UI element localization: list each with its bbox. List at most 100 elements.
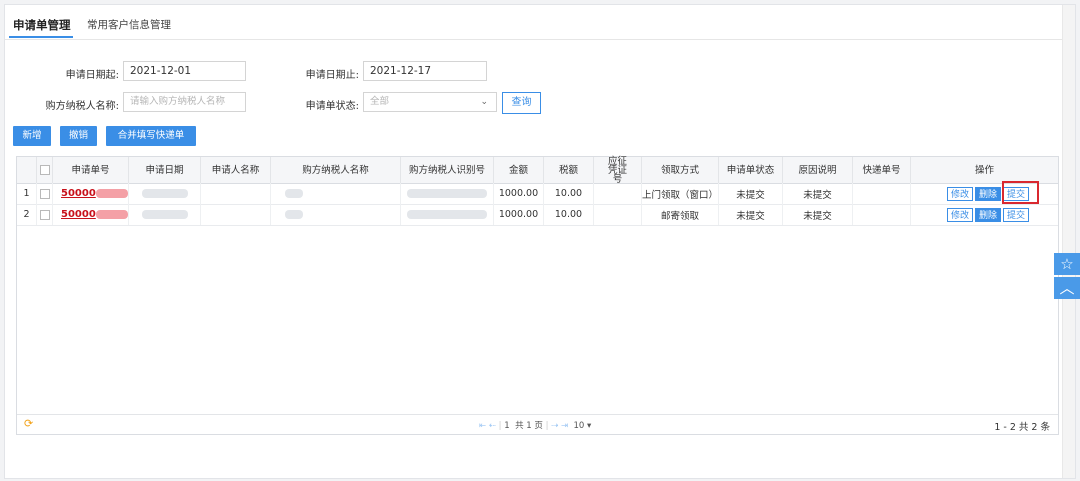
application-id-link[interactable]: 50000 bbox=[61, 209, 96, 220]
buyer-name-input[interactable]: 请输入购方纳税人名称 bbox=[123, 92, 246, 112]
row-select-cell bbox=[37, 204, 53, 225]
status-select-value: 全部 bbox=[370, 96, 390, 107]
active-tab-indicator bbox=[9, 36, 73, 38]
row-number-header bbox=[17, 157, 37, 183]
pagination: ⇤ ⇠ | 1 共 1 页 | ⇢ ⇥ 10 ▾ bbox=[479, 421, 592, 431]
tab-bar: 申请单管理 常用客户信息管理 bbox=[5, 5, 1075, 40]
total-pages-label: 共 1 页 bbox=[515, 421, 543, 431]
status-label: 申请单状态: bbox=[305, 101, 359, 112]
voucher-cell bbox=[594, 204, 642, 225]
query-button[interactable]: 查询 bbox=[502, 92, 541, 114]
last-page-icon[interactable]: ⇥ bbox=[561, 421, 568, 431]
row-select-cell bbox=[37, 183, 53, 204]
date-cell bbox=[129, 183, 201, 204]
date-end-input[interactable]: 2021-12-17 bbox=[363, 61, 487, 81]
prev-page-icon[interactable]: ⇠ bbox=[489, 421, 496, 431]
col-header-tax[interactable]: 税额 bbox=[544, 157, 594, 183]
application-id-link[interactable]: 50000 bbox=[61, 188, 96, 199]
redacted-buyer-name bbox=[285, 189, 303, 198]
table-header: 申请单号 申请日期 申请人名称 购方纳税人名称 购方纳税人识别号 金额 税额 应… bbox=[17, 156, 1058, 184]
col-header-date[interactable]: 申请日期 bbox=[129, 157, 201, 183]
redacted-id bbox=[95, 210, 128, 219]
col-header-reason[interactable]: 原因说明 bbox=[783, 157, 853, 183]
amount-cell: 1000.00 bbox=[494, 204, 544, 225]
next-page-icon[interactable]: ⇢ bbox=[551, 421, 558, 431]
delete-button[interactable]: 删除 bbox=[974, 207, 1001, 222]
row-checkbox[interactable] bbox=[39, 188, 50, 199]
delete-button[interactable]: 删除 bbox=[974, 186, 1001, 201]
redacted-date bbox=[141, 210, 188, 219]
date-start-label: 申请日期起: bbox=[65, 70, 119, 81]
redacted-buyer-name bbox=[285, 210, 303, 219]
edit-button[interactable]: 修改 bbox=[946, 207, 973, 222]
row-checkbox[interactable] bbox=[39, 209, 50, 220]
page-size-select[interactable]: 10 ▾ bbox=[574, 421, 592, 431]
select-all-checkbox[interactable] bbox=[39, 165, 50, 175]
record-count: 1 - 2 共 2 条 bbox=[994, 422, 1050, 433]
tab-customer-info[interactable]: 常用客户信息管理 bbox=[87, 17, 171, 32]
redacted-id bbox=[95, 189, 128, 198]
actions-cell: 修改 删除 提交 bbox=[911, 204, 1058, 225]
col-header-buyer-taxid[interactable]: 购方纳税人识别号 bbox=[401, 157, 494, 183]
buyer-taxid-cell bbox=[401, 183, 494, 204]
applicant-cell bbox=[201, 204, 271, 225]
status-cell: 未提交 bbox=[719, 183, 783, 204]
reason-cell: 未提交 bbox=[783, 183, 853, 204]
status-cell: 未提交 bbox=[719, 204, 783, 225]
applicant-cell bbox=[201, 183, 271, 204]
voucher-cell bbox=[594, 183, 642, 204]
redacted-date bbox=[141, 189, 188, 198]
buyer-taxid-cell bbox=[401, 204, 494, 225]
col-header-status[interactable]: 申请单状态 bbox=[719, 157, 783, 183]
edit-button[interactable]: 修改 bbox=[946, 186, 973, 201]
star-icon[interactable]: ☆ bbox=[1054, 253, 1080, 275]
col-header-amount[interactable]: 金额 bbox=[494, 157, 544, 183]
amount-cell: 1000.00 bbox=[494, 183, 544, 204]
chevron-down-icon: ⌄ bbox=[480, 97, 488, 107]
col-header-applicant[interactable]: 申请人名称 bbox=[201, 157, 271, 183]
col-header-pickup[interactable]: 领取方式 bbox=[642, 157, 719, 183]
express-cell bbox=[853, 204, 911, 225]
table-row: 2 50000 1000.00 10.00 邮寄领取 未提交 未提交 修改 删除… bbox=[17, 204, 1058, 226]
buyer-name-cell bbox=[271, 183, 401, 204]
table-footer: ⟳ ⇤ ⇠ | 1 共 1 页 | ⇢ ⇥ 10 ▾ 1 - 2 共 2 条 bbox=[17, 414, 1058, 435]
date-cell bbox=[129, 204, 201, 225]
col-header-buyer-name[interactable]: 购方纳税人名称 bbox=[271, 157, 401, 183]
tax-cell: 10.00 bbox=[544, 204, 594, 225]
vertical-scrollbar[interactable] bbox=[1062, 5, 1075, 478]
scroll-to-top-icon[interactable]: ︿ bbox=[1054, 277, 1080, 299]
tab-application-management[interactable]: 申请单管理 bbox=[13, 17, 71, 33]
date-end-label: 申请日期止: bbox=[305, 70, 359, 81]
first-page-icon[interactable]: ⇤ bbox=[479, 421, 486, 431]
col-header-actions: 操作 bbox=[974, 164, 994, 176]
submit-button[interactable]: 提交 bbox=[1002, 207, 1029, 222]
redacted-taxid bbox=[407, 189, 487, 198]
new-button[interactable]: 新增 bbox=[13, 126, 51, 146]
express-cell bbox=[853, 183, 911, 204]
row-index: 1 bbox=[17, 183, 37, 204]
refresh-icon[interactable]: ⟳ bbox=[24, 417, 33, 430]
table-row: 1 50000 1000.00 10.00 上门领取（窗口） 未提交 未提交 修… bbox=[17, 183, 1058, 205]
redacted-taxid bbox=[407, 210, 487, 219]
id-cell: 50000 bbox=[53, 183, 129, 204]
reason-cell: 未提交 bbox=[783, 204, 853, 225]
tax-cell: 10.00 bbox=[544, 183, 594, 204]
pickup-cell: 邮寄领取 bbox=[642, 204, 719, 225]
row-index: 2 bbox=[17, 204, 37, 225]
current-page-input[interactable]: 1 bbox=[504, 421, 509, 431]
buyer-name-cell bbox=[271, 204, 401, 225]
merge-express-button[interactable]: 合并填写快递单 bbox=[106, 126, 196, 146]
col-header-voucher[interactable]: 应征凭证号 bbox=[594, 156, 642, 184]
id-cell: 50000 bbox=[53, 204, 129, 225]
revoke-button[interactable]: 撤销 bbox=[60, 126, 97, 146]
col-header-express[interactable]: 快递单号 bbox=[853, 157, 911, 183]
application-table: 申请单号 申请日期 申请人名称 购方纳税人名称 购方纳税人识别号 金额 税额 应… bbox=[16, 156, 1059, 435]
select-all-header bbox=[37, 157, 53, 183]
submit-highlight-box bbox=[1002, 181, 1039, 204]
main-panel: 申请单管理 常用客户信息管理 申请日期起: 2021-12-01 申请日期止: … bbox=[4, 4, 1076, 479]
pickup-cell: 上门领取（窗口） bbox=[642, 183, 719, 204]
col-header-id[interactable]: 申请单号 bbox=[53, 157, 129, 183]
status-select[interactable]: 全部 ⌄ bbox=[363, 92, 497, 112]
date-start-input[interactable]: 2021-12-01 bbox=[123, 61, 246, 81]
buyer-name-label: 购方纳税人名称: bbox=[45, 101, 119, 112]
